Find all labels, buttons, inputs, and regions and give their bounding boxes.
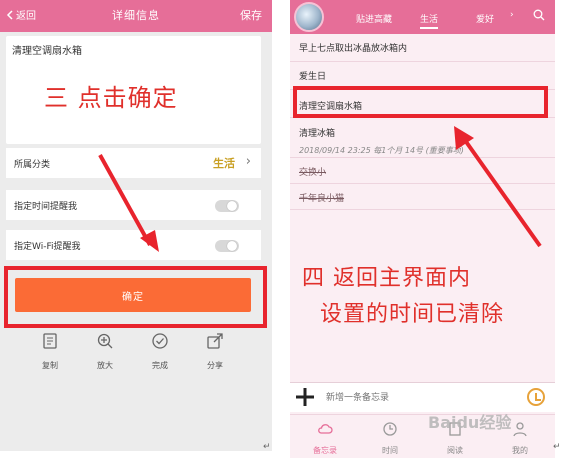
new-memo-input[interactable] bbox=[326, 392, 506, 402]
zoom-in-icon bbox=[97, 333, 113, 349]
note-text: 清理空调扇水箱 bbox=[12, 46, 82, 57]
wifi-reminder-toggle[interactable] bbox=[215, 240, 239, 252]
list-item[interactable]: 早上七点取出冰晶放冰箱内 bbox=[290, 34, 555, 62]
highlight-box-item bbox=[293, 86, 548, 118]
step-annotation-4-line1: 四 返回主界面内 bbox=[302, 266, 471, 291]
main-header: 贴进高藏 生活 爱好 › bbox=[290, 0, 555, 34]
highlight-box-confirm bbox=[4, 266, 267, 328]
bottom-toolbar: 复制 放大 完成 分享 bbox=[0, 330, 272, 380]
step-annotation-4-line2: 设置的时间已清除 bbox=[320, 302, 505, 327]
tab-hobby[interactable]: 爱好 bbox=[476, 12, 494, 25]
chevron-right-icon: › bbox=[245, 154, 251, 169]
toggle-knob bbox=[227, 241, 237, 251]
annotation-arrow-right bbox=[454, 126, 542, 248]
clock-icon bbox=[383, 422, 397, 436]
new-memo-bar bbox=[290, 382, 555, 412]
annotation-arrow-left bbox=[98, 154, 159, 252]
page-title: 详细信息 bbox=[112, 9, 160, 22]
share-button[interactable]: 分享 bbox=[195, 332, 235, 371]
time-reminder-label: 指定时间提醒我 bbox=[14, 202, 78, 212]
nav-memo-label: 备忘录 bbox=[313, 446, 337, 455]
nav-time-label: 时间 bbox=[382, 446, 398, 455]
search-icon[interactable] bbox=[533, 9, 545, 21]
baidu-watermark: Baidu经验 bbox=[428, 413, 512, 432]
plus-icon[interactable] bbox=[294, 386, 316, 408]
person-icon bbox=[513, 422, 527, 437]
bottom-nav: 备忘录 时间 阅读 我的 bbox=[290, 414, 555, 458]
paragraph-mark: ↵ bbox=[553, 442, 561, 452]
copy-button[interactable]: 复制 bbox=[30, 332, 70, 371]
save-button[interactable]: 保存 bbox=[240, 7, 262, 23]
complete-label: 完成 bbox=[152, 361, 168, 370]
tab-life[interactable]: 生活 bbox=[420, 12, 439, 29]
category-label: 所属分类 bbox=[14, 160, 51, 170]
list-item-text: 千年良小猫 bbox=[299, 194, 345, 204]
tab-favorites[interactable]: 贴进高藏 bbox=[356, 12, 392, 25]
nav-time[interactable]: 时间 bbox=[365, 421, 415, 456]
detail-header: 返回 详细信息 保存 bbox=[0, 0, 272, 32]
alarm-clock-icon[interactable] bbox=[527, 388, 545, 406]
document-icon bbox=[43, 333, 57, 349]
zoom-label: 放大 bbox=[97, 361, 113, 370]
toggle-knob bbox=[227, 201, 237, 211]
nav-memo[interactable]: 备忘录 bbox=[300, 421, 350, 456]
list-item-meta: 2018/09/14 23:25 每1个月 14号 (重要事项) bbox=[299, 146, 464, 155]
list-item-text: 清理冰箱 bbox=[299, 129, 336, 139]
time-reminder-toggle[interactable] bbox=[215, 200, 239, 212]
share-icon bbox=[207, 333, 223, 349]
zoom-button[interactable]: 放大 bbox=[85, 332, 125, 371]
share-label: 分享 bbox=[207, 361, 223, 370]
step-annotation-3: 三 点击确定 bbox=[44, 84, 178, 112]
nav-read-label: 阅读 bbox=[447, 446, 463, 455]
avatar[interactable] bbox=[294, 2, 324, 32]
list-item-text: 交换小 bbox=[299, 168, 327, 178]
cloud-icon bbox=[318, 424, 333, 434]
list-item-text: 爱生日 bbox=[299, 72, 327, 82]
complete-button[interactable]: 完成 bbox=[140, 332, 180, 371]
paragraph-mark: ↵ bbox=[263, 442, 271, 452]
copy-label: 复制 bbox=[42, 361, 58, 370]
category-value: 生活 bbox=[213, 157, 235, 170]
nav-me-label: 我的 bbox=[512, 446, 528, 455]
list-item-text: 早上七点取出冰晶放冰箱内 bbox=[299, 44, 408, 54]
wifi-reminder-label: 指定Wi-Fi提醒我 bbox=[14, 242, 81, 252]
check-circle-icon bbox=[152, 333, 168, 349]
tabs-overflow-chevron-icon[interactable]: › bbox=[510, 10, 514, 20]
